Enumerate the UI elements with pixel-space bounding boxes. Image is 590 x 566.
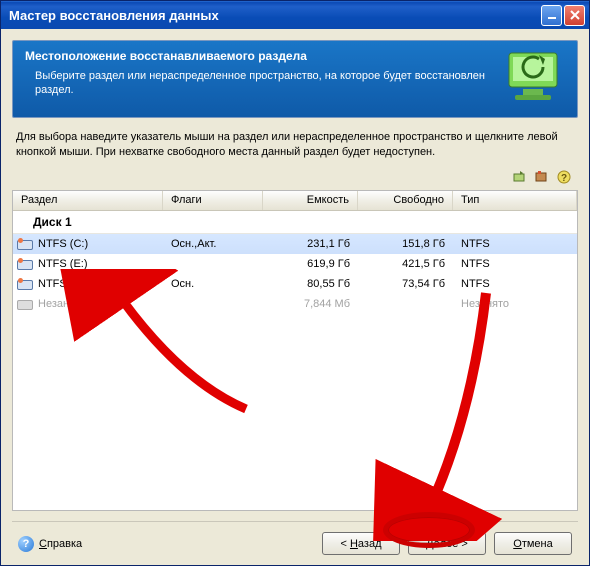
table-header: Раздел Флаги Емкость Свободно Тип	[13, 191, 577, 211]
table-row[interactable]: NTFS (M:) Осн.80,55 Гб73,54 ГбNTFS	[13, 274, 577, 294]
drive-icon	[17, 238, 33, 250]
help-link[interactable]: ? Справка	[18, 536, 82, 552]
partition-capacity: 619,9 Гб	[263, 256, 358, 272]
partition-flags	[163, 302, 263, 306]
table-row[interactable]: NTFS (E:) 619,9 Гб421,5 ГбNTFS	[13, 254, 577, 274]
partition-flags	[163, 262, 263, 266]
partition-type: Незанято	[453, 296, 577, 312]
partition-name: NTFS (M:)	[38, 278, 89, 290]
col-type[interactable]: Тип	[453, 191, 577, 210]
partition-type: NTFS	[453, 256, 577, 272]
wizard-window: Мастер восстановления данных Местоположе…	[0, 0, 590, 566]
minimize-button[interactable]	[541, 5, 562, 26]
help-label-rest: правка	[47, 538, 82, 550]
next-button[interactable]: Далее >	[408, 532, 486, 555]
col-flags[interactable]: Флаги	[163, 191, 263, 210]
cancel-button[interactable]: Отмена	[494, 532, 572, 555]
partition-free: 73,54 Гб	[358, 276, 453, 292]
banner-description: Выберите раздел или нераспределенное про…	[25, 69, 487, 97]
table-row[interactable]: NTFS (C:) Осн.,Акт.231,1 Гб151,8 ГбNTFS	[13, 234, 577, 254]
help-label-u: С	[39, 538, 47, 550]
partition-capacity: 7,844 Мб	[263, 296, 358, 312]
table-row: Незанято 7,844 Мб Незанято	[13, 294, 577, 314]
window-title: Мастер восстановления данных	[9, 8, 219, 23]
partition-name: NTFS (E:)	[38, 258, 88, 270]
svg-text:?: ?	[561, 173, 567, 184]
partition-free: 421,5 Гб	[358, 256, 453, 272]
help-icon[interactable]: ?	[556, 169, 572, 185]
button-bar: ? Справка < Назад Далее > Отмена	[12, 521, 578, 565]
col-free[interactable]: Свободно	[358, 191, 453, 210]
drive-icon	[17, 258, 33, 270]
back-button[interactable]: < Назад	[322, 532, 400, 555]
wizard-banner: Местоположение восстанавливаемого раздел…	[12, 40, 578, 118]
monitor-icon	[499, 47, 571, 107]
question-icon: ?	[18, 536, 34, 552]
partition-capacity: 80,55 Гб	[263, 276, 358, 292]
table-toolbar: ?	[12, 168, 578, 190]
col-partition[interactable]: Раздел	[13, 191, 163, 210]
drive-icon	[17, 298, 33, 310]
partition-capacity: 231,1 Гб	[263, 236, 358, 252]
partition-table: Раздел Флаги Емкость Свободно Тип Диск 1…	[12, 190, 578, 511]
close-button[interactable]	[564, 5, 585, 26]
partition-free: 151,8 Гб	[358, 236, 453, 252]
partition-name: Незанято	[38, 298, 86, 310]
partition-name: NTFS (C:)	[38, 238, 88, 250]
partition-flags: Осн.	[163, 276, 263, 292]
partition-free	[358, 302, 453, 306]
partition-flags: Осн.,Акт.	[163, 236, 263, 252]
title-bar: Мастер восстановления данных	[1, 1, 589, 29]
partition-type: NTFS	[453, 276, 577, 292]
col-capacity[interactable]: Емкость	[263, 191, 358, 210]
disk-group[interactable]: Диск 1	[13, 211, 577, 234]
drive-icon	[17, 278, 33, 290]
instructions-text: Для выбора наведите указатель мыши на ра…	[12, 118, 578, 168]
banner-title: Местоположение восстанавливаемого раздел…	[25, 49, 487, 63]
refresh-icon[interactable]	[512, 169, 528, 185]
partition-type: NTFS	[453, 236, 577, 252]
properties-icon[interactable]	[534, 169, 550, 185]
